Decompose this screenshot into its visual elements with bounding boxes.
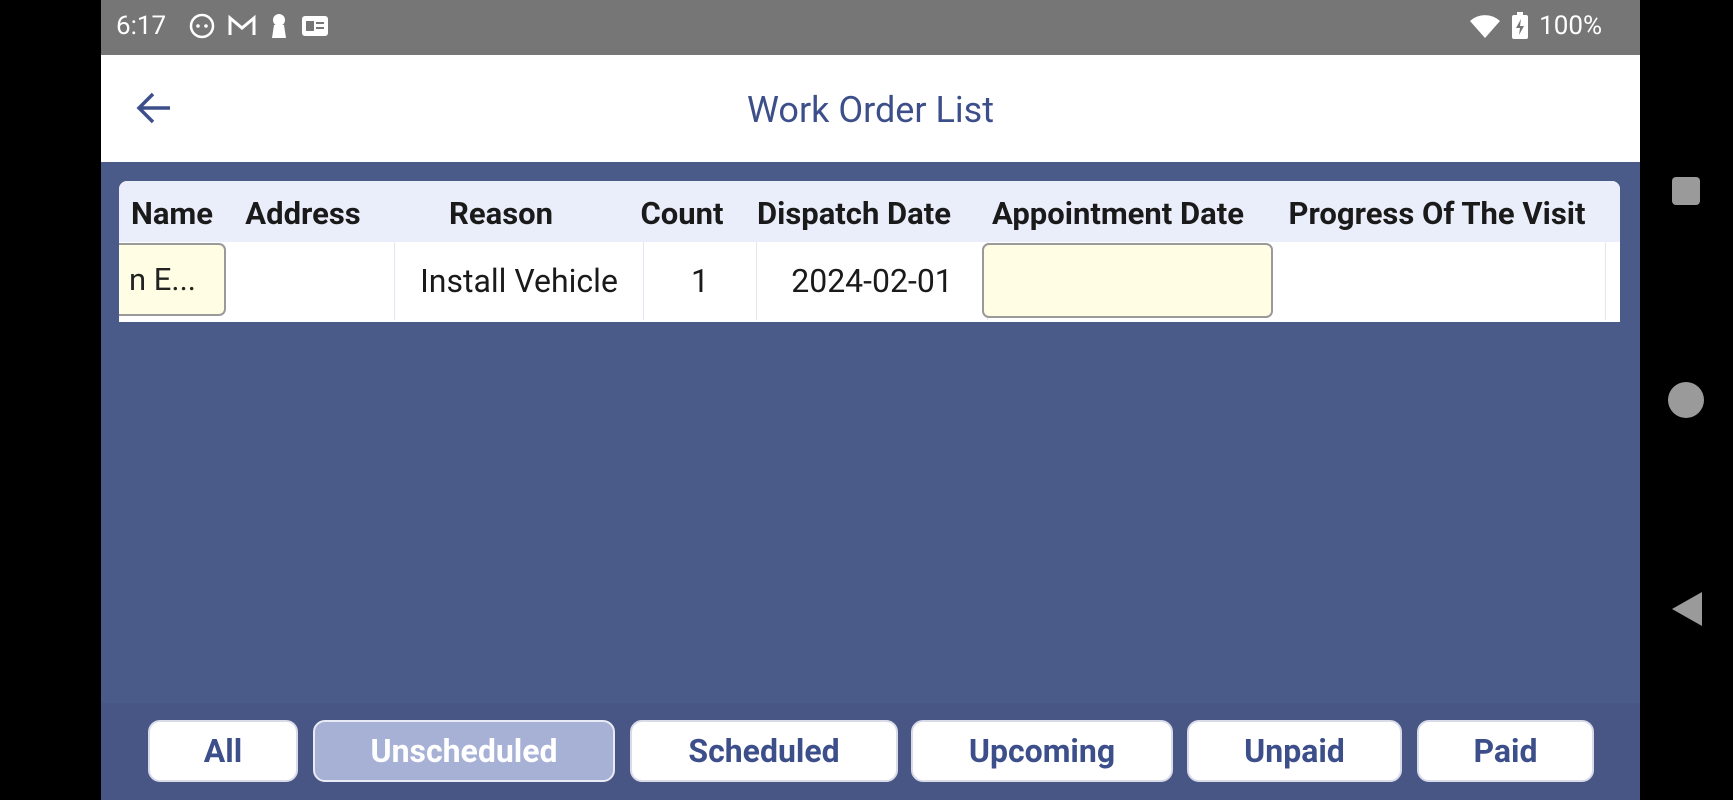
app-bar: Work Order List [101,55,1640,162]
address-cell [237,242,395,320]
table-row[interactable]: n E... Install Vehicle 1 2024-02-01 [119,242,1620,322]
column-header-name: Name [130,195,214,232]
count-cell: 1 [644,242,757,320]
app-screen: 6:17 100% Work Order List Name Address R… [101,0,1640,800]
gmail-icon [228,14,256,35]
wifi-icon [1470,15,1501,39]
battery-icon [1512,12,1529,39]
keyhole-icon [272,14,286,38]
reason-cell: Install Vehicle [395,242,644,320]
back-nav-icon[interactable] [1671,591,1703,627]
name-field[interactable]: n E... [119,243,226,316]
face-icon [189,13,215,39]
tab-upcoming[interactable]: Upcoming [911,720,1173,782]
tab-all[interactable]: All [148,720,298,782]
progress-cell [1279,242,1606,320]
column-header-address: Address [245,195,361,232]
status-time: 6:17 [116,11,167,41]
column-header-reason: Reason [449,195,553,232]
notification-icons [189,13,329,39]
tab-unpaid[interactable]: Unpaid [1187,720,1402,782]
column-header-count: Count [640,195,724,232]
tab-paid[interactable]: Paid [1417,720,1594,782]
dispatch-date-cell: 2024-02-01 [757,242,988,320]
work-order-table: Name Address Reason Count Dispatch Date … [119,181,1620,322]
tab-unscheduled[interactable]: Unscheduled [313,720,615,782]
card-icon [302,16,328,36]
column-header-appointment-date: Appointment Date [992,195,1244,232]
filter-bar: All Unscheduled Scheduled Upcoming Unpai… [101,703,1640,800]
battery-percent: 100% [1539,11,1602,41]
column-header-progress: Progress Of The Visit [1288,195,1586,232]
system-nav-bar [1640,0,1733,800]
appointment-date-field[interactable] [982,243,1273,318]
column-header-dispatch-date: Dispatch Date [757,195,951,232]
home-icon[interactable] [1667,381,1705,419]
status-bar: 6:17 100% [101,0,1640,55]
page-title: Work Order List [747,89,994,131]
status-right: 100% [1469,11,1602,41]
table-header: Name Address Reason Count Dispatch Date … [119,181,1620,242]
tab-scheduled[interactable]: Scheduled [630,720,898,782]
recents-icon[interactable] [1671,176,1701,206]
